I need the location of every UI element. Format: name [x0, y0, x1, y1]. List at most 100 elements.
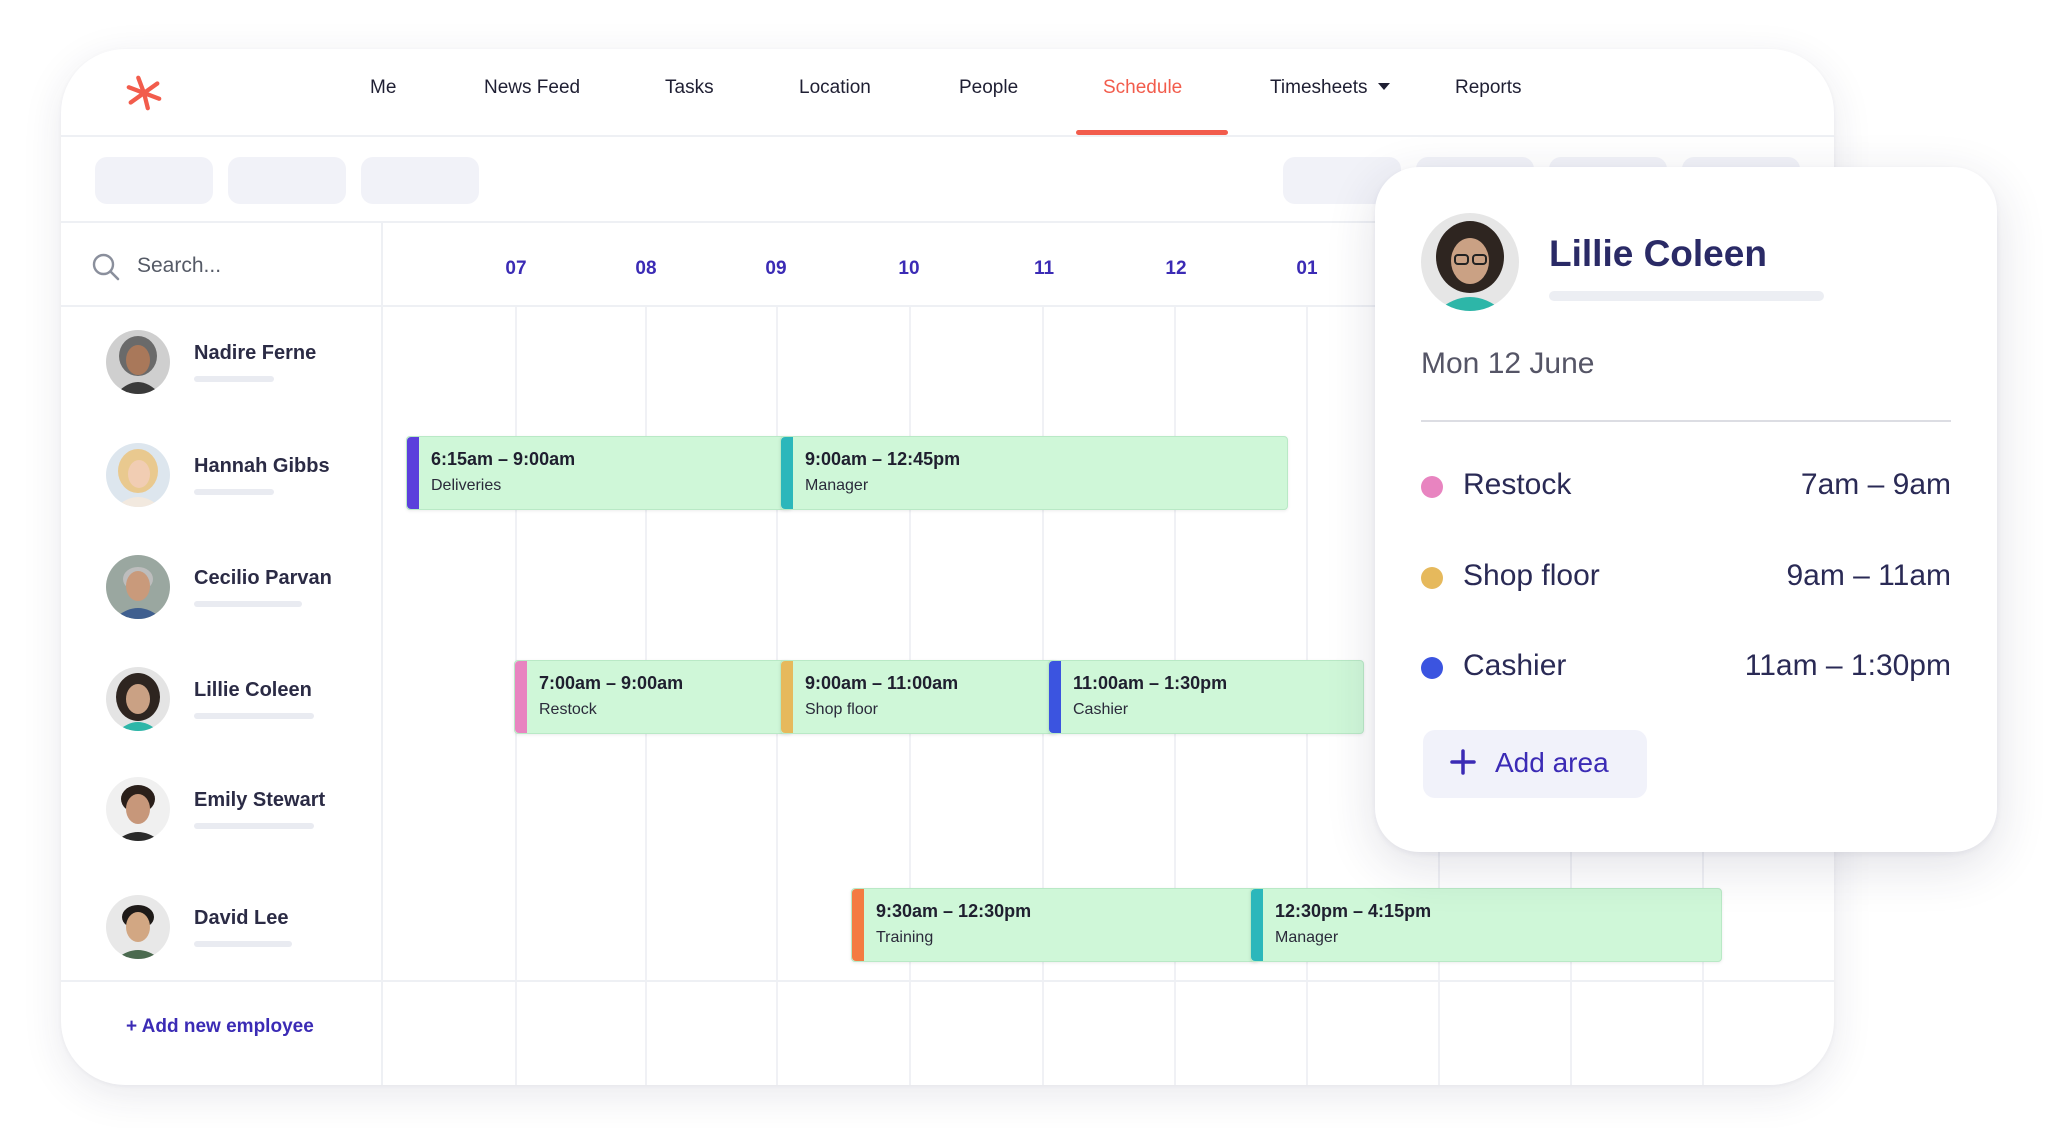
employee-row-emily-stewart[interactable]: Emily Stewart	[106, 777, 366, 847]
nav-item-timesheets[interactable]: Timesheets	[1270, 77, 1390, 99]
shift-block[interactable]: 9:00am – 11:00am Shop floor	[780, 660, 1058, 734]
shift-color-stripe	[852, 889, 864, 961]
nav-item-me[interactable]: Me	[370, 77, 396, 99]
shift-time: 9:00am – 11:00am	[805, 673, 959, 693]
shift-color-stripe	[781, 661, 793, 733]
company-logo-icon[interactable]	[125, 74, 163, 112]
toolbar-button-placeholder[interactable]	[361, 157, 479, 204]
employee-detail-placeholder	[194, 601, 302, 607]
popup-date: Mon 12 June	[1421, 347, 1595, 380]
popup-employee-name: Lillie Coleen	[1549, 233, 1767, 274]
nav-item-schedule[interactable]: Schedule	[1103, 77, 1182, 99]
employee-detail-placeholder	[194, 941, 292, 947]
shift-role: Restock	[539, 701, 597, 718]
add-area-button[interactable]: Add area	[1423, 730, 1647, 798]
nav-item-news-feed[interactable]: News Feed	[484, 77, 580, 99]
hour-label: 12	[1165, 258, 1187, 279]
toolbar-button-placeholder[interactable]	[95, 157, 213, 204]
nav-item-people[interactable]: People	[959, 77, 1018, 99]
avatar	[106, 667, 170, 731]
search-icon	[92, 253, 120, 281]
shift-block[interactable]: 11:00am – 1:30pm Cashier	[1048, 660, 1364, 734]
shift-color-stripe	[407, 437, 419, 509]
avatar	[106, 555, 170, 619]
shift-time: 6:15am – 9:00am	[431, 449, 576, 469]
employee-detail-placeholder	[194, 376, 274, 382]
hour-label: 08	[635, 258, 657, 279]
hour-label: 07	[505, 258, 527, 279]
shift-role: Deliveries	[431, 477, 502, 494]
area-color-dot	[1421, 657, 1443, 679]
sidebar-divider	[381, 223, 383, 1085]
popup-subtitle-placeholder	[1549, 291, 1824, 301]
active-tab-underline	[1076, 130, 1228, 135]
avatar	[106, 777, 170, 841]
employee-name: Hannah Gibbs	[194, 455, 330, 477]
add-new-employee-link[interactable]: + Add new employee	[126, 1016, 314, 1038]
avatar	[106, 443, 170, 507]
area-color-dot	[1421, 567, 1443, 589]
hour-label: 11	[1033, 258, 1055, 279]
employee-row-cecilio-parvan[interactable]: Cecilio Parvan	[106, 555, 366, 625]
area-time: 7am – 9am	[1800, 468, 1951, 501]
employee-row-lillie-coleen[interactable]: Lillie Coleen	[106, 667, 366, 737]
employee-name: Lillie Coleen	[194, 679, 312, 701]
employee-row-nadire-ferne[interactable]: Nadire Ferne	[106, 330, 366, 400]
area-name: Restock	[1463, 468, 1572, 501]
shift-color-stripe	[1049, 661, 1061, 733]
avatar	[106, 330, 170, 394]
stage: Me News Feed Tasks Location People Sched…	[0, 0, 2048, 1128]
employee-row-hannah-gibbs[interactable]: Hannah Gibbs	[106, 443, 366, 513]
shift-time: 7:00am – 9:00am	[539, 673, 684, 693]
search-input[interactable]	[137, 249, 357, 283]
employee-name: David Lee	[194, 907, 289, 929]
toolbar-button-placeholder[interactable]	[228, 157, 346, 204]
shift-role: Manager	[1275, 929, 1339, 946]
nav-item-timesheets-label: Timesheets	[1270, 77, 1368, 98]
area-row-shop-floor[interactable]: Shop floor 9am – 11am	[1421, 557, 1951, 597]
shift-block[interactable]: 6:15am – 9:00am Deliveries	[406, 436, 792, 510]
shift-block[interactable]: 9:30am – 12:30pm Training	[851, 888, 1259, 962]
plus-icon	[1450, 749, 1476, 775]
shift-time: 12:30pm – 4:15pm	[1275, 901, 1432, 921]
top-navigation: Me News Feed Tasks Location People Sched…	[61, 49, 1834, 137]
shift-time: 9:00am – 12:45pm	[805, 449, 961, 469]
shift-color-stripe	[515, 661, 527, 733]
shift-role: Manager	[805, 477, 869, 494]
shift-block[interactable]: 7:00am – 9:00am Restock	[514, 660, 792, 734]
area-row-restock[interactable]: Restock 7am – 9am	[1421, 466, 1951, 506]
popup-divider	[1421, 420, 1951, 422]
area-time: 9am – 11am	[1786, 559, 1951, 592]
rows-bottom-divider	[61, 980, 1834, 982]
add-area-label: Add area	[1495, 747, 1609, 778]
employee-name: Emily Stewart	[194, 789, 326, 811]
area-time: 11am – 1:30pm	[1744, 649, 1951, 682]
hour-label: 01	[1296, 258, 1318, 279]
employee-row-david-lee[interactable]: David Lee	[106, 895, 366, 965]
area-name: Cashier	[1463, 649, 1567, 682]
chevron-down-icon	[1377, 83, 1390, 90]
employee-detail-placeholder	[194, 713, 314, 719]
shift-block[interactable]: 12:30pm – 4:15pm Manager	[1250, 888, 1722, 962]
employee-detail-placeholder	[194, 489, 274, 495]
nav-item-reports[interactable]: Reports	[1455, 77, 1522, 99]
area-color-dot	[1421, 476, 1443, 498]
shift-time: 9:30am – 12:30pm	[876, 901, 1032, 921]
shift-role: Shop floor	[805, 701, 878, 718]
hour-label: 09	[765, 258, 787, 279]
area-name: Shop floor	[1463, 559, 1600, 592]
area-row-cashier[interactable]: Cashier 11am – 1:30pm	[1421, 647, 1951, 687]
shift-role: Cashier	[1073, 701, 1129, 718]
employee-name: Cecilio Parvan	[194, 567, 332, 589]
shift-time: 11:00am – 1:30pm	[1073, 673, 1228, 693]
shift-color-stripe	[781, 437, 793, 509]
employee-name: Nadire Ferne	[194, 342, 317, 364]
shift-block[interactable]: 9:00am – 12:45pm Manager	[780, 436, 1288, 510]
nav-item-location[interactable]: Location	[799, 77, 871, 99]
employee-detail-placeholder	[194, 823, 314, 829]
avatar	[1421, 213, 1519, 311]
nav-item-tasks[interactable]: Tasks	[665, 77, 714, 99]
employee-shift-detail-card: Lillie Coleen Mon 12 June Restock 7am – …	[1375, 167, 1997, 852]
shift-color-stripe	[1251, 889, 1263, 961]
shift-role: Training	[876, 929, 934, 946]
